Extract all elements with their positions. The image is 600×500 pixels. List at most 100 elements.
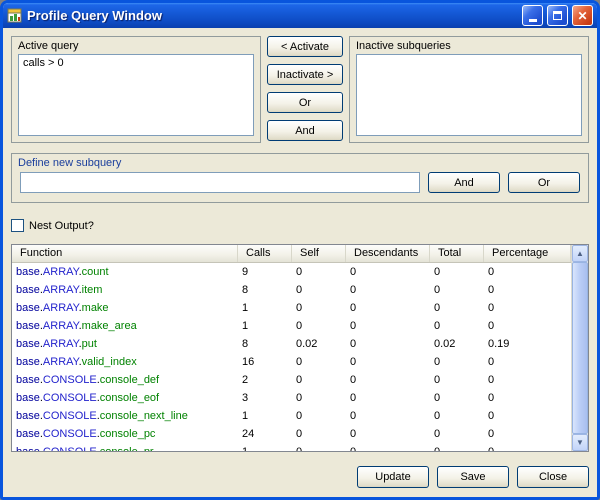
cell-calls: 1 xyxy=(238,443,292,451)
table-row[interactable]: base.ARRAY.item 8 0 0 0 0 xyxy=(12,281,571,299)
header-calls[interactable]: Calls xyxy=(238,245,292,262)
cell-self: 0.02 xyxy=(292,335,346,353)
table-row[interactable]: base.ARRAY.valid_index 16 0 0 0 0 xyxy=(12,353,571,371)
cell-descendants: 0 xyxy=(346,371,430,389)
header-percentage[interactable]: Percentage xyxy=(484,245,571,262)
cell-calls: 1 xyxy=(238,407,292,425)
cell-descendants: 0 xyxy=(346,263,430,281)
cell-function: base.ARRAY.item xyxy=(12,281,238,299)
cell-percentage: 0 xyxy=(484,443,571,451)
active-query-list[interactable]: calls > 0 xyxy=(18,54,254,136)
table-row[interactable]: base.CONSOLE.console_eof 3 0 0 0 0 xyxy=(12,389,571,407)
cell-total: 0.02 xyxy=(430,335,484,353)
save-button[interactable]: Save xyxy=(437,466,509,488)
cell-total: 0 xyxy=(430,425,484,443)
nest-output-row: Nest Output? xyxy=(11,219,589,232)
transfer-buttons: < Activate Inactivate > Or And xyxy=(267,36,343,143)
define-subquery-row: And Or xyxy=(12,171,588,201)
cell-percentage: 0 xyxy=(484,317,571,335)
table-row[interactable]: base.ARRAY.count 9 0 0 0 0 xyxy=(12,263,571,281)
subquery-and-button[interactable]: And xyxy=(428,172,500,193)
nest-output-checkbox[interactable] xyxy=(11,219,24,232)
table-row[interactable]: base.ARRAY.make 1 0 0 0 0 xyxy=(12,299,571,317)
scrollbar-up-button[interactable]: ▲ xyxy=(572,245,588,262)
activate-button[interactable]: < Activate xyxy=(267,36,343,57)
cell-self: 0 xyxy=(292,263,346,281)
cell-calls: 8 xyxy=(238,335,292,353)
active-query-label: Active query xyxy=(12,37,260,54)
dialog-buttons-row: Update Save Close xyxy=(11,466,589,488)
cell-total: 0 xyxy=(430,353,484,371)
window-title: Profile Query Window xyxy=(27,8,518,23)
table-row[interactable]: base.CONSOLE.console_pr 1 0 0 0 0 xyxy=(12,443,571,451)
titlebar[interactable]: Profile Query Window ✕ xyxy=(3,3,597,28)
close-dialog-button[interactable]: Close xyxy=(517,466,589,488)
table-body: base.ARRAY.count 9 0 0 0 0 base.ARRAY.it… xyxy=(12,263,571,451)
profile-table: Function Calls Self Descendants Total Pe… xyxy=(11,244,589,452)
cell-descendants: 0 xyxy=(346,407,430,425)
subquery-input[interactable] xyxy=(20,172,420,193)
header-descendants[interactable]: Descendants xyxy=(346,245,430,262)
header-total[interactable]: Total xyxy=(430,245,484,262)
inactive-subqueries-group: Inactive subqueries xyxy=(349,36,589,143)
update-button[interactable]: Update xyxy=(357,466,429,488)
profile-table-main: Function Calls Self Descendants Total Pe… xyxy=(12,245,571,451)
app-icon xyxy=(7,8,23,24)
cell-percentage: 0.19 xyxy=(484,335,571,353)
table-row[interactable]: base.CONSOLE.console_def 2 0 0 0 0 xyxy=(12,371,571,389)
subquery-or-button[interactable]: Or xyxy=(508,172,580,193)
cell-total: 0 xyxy=(430,443,484,451)
scroll-up-icon: ▲ xyxy=(576,250,584,258)
define-subquery-label: Define new subquery xyxy=(12,154,588,171)
minimize-button[interactable] xyxy=(522,5,543,26)
cell-function: base.CONSOLE.console_def xyxy=(12,371,238,389)
header-self[interactable]: Self xyxy=(292,245,346,262)
cell-total: 0 xyxy=(430,317,484,335)
cell-percentage: 0 xyxy=(484,281,571,299)
cell-function: base.ARRAY.put xyxy=(12,335,238,353)
nest-output-label[interactable]: Nest Output? xyxy=(29,220,94,232)
active-query-item[interactable]: calls > 0 xyxy=(23,57,64,69)
profile-query-window: Profile Query Window ✕ Active query call… xyxy=(0,0,600,500)
table-row[interactable]: base.ARRAY.make_area 1 0 0 0 0 xyxy=(12,317,571,335)
maximize-icon xyxy=(553,11,562,20)
cell-percentage: 0 xyxy=(484,425,571,443)
cell-self: 0 xyxy=(292,281,346,299)
cell-total: 0 xyxy=(430,389,484,407)
vertical-scrollbar[interactable]: ▲ ▼ xyxy=(571,245,588,451)
cell-self: 0 xyxy=(292,353,346,371)
or-button[interactable]: Or xyxy=(267,92,343,113)
dialog-body: Active query calls > 0 < Activate Inacti… xyxy=(3,28,597,497)
cell-calls: 9 xyxy=(238,263,292,281)
close-button[interactable]: ✕ xyxy=(572,5,593,26)
cell-self: 0 xyxy=(292,407,346,425)
cell-total: 0 xyxy=(430,281,484,299)
and-button[interactable]: And xyxy=(267,120,343,141)
cell-calls: 8 xyxy=(238,281,292,299)
cell-self: 0 xyxy=(292,317,346,335)
active-query-group: Active query calls > 0 xyxy=(11,36,261,143)
cell-descendants: 0 xyxy=(346,389,430,407)
cell-function: base.ARRAY.count xyxy=(12,263,238,281)
inactive-subqueries-list[interactable] xyxy=(356,54,582,136)
header-function[interactable]: Function xyxy=(12,245,238,262)
table-row[interactable]: base.ARRAY.put 8 0.02 0 0.02 0.19 xyxy=(12,335,571,353)
cell-function: base.CONSOLE.console_next_line xyxy=(12,407,238,425)
cell-percentage: 0 xyxy=(484,371,571,389)
cell-descendants: 0 xyxy=(346,353,430,371)
scroll-down-icon: ▼ xyxy=(576,439,584,447)
cell-calls: 24 xyxy=(238,425,292,443)
scrollbar-down-button[interactable]: ▼ xyxy=(572,434,588,451)
cell-calls: 16 xyxy=(238,353,292,371)
cell-descendants: 0 xyxy=(346,335,430,353)
scrollbar-thumb[interactable] xyxy=(572,262,588,434)
table-row[interactable]: base.CONSOLE.console_pc 24 0 0 0 0 xyxy=(12,425,571,443)
inactive-subqueries-label: Inactive subqueries xyxy=(350,37,588,54)
cell-calls: 1 xyxy=(238,317,292,335)
maximize-button[interactable] xyxy=(547,5,568,26)
inactivate-button[interactable]: Inactivate > xyxy=(267,64,343,85)
cell-descendants: 0 xyxy=(346,443,430,451)
cell-percentage: 0 xyxy=(484,263,571,281)
table-row[interactable]: base.CONSOLE.console_next_line 1 0 0 0 0 xyxy=(12,407,571,425)
cell-percentage: 0 xyxy=(484,389,571,407)
